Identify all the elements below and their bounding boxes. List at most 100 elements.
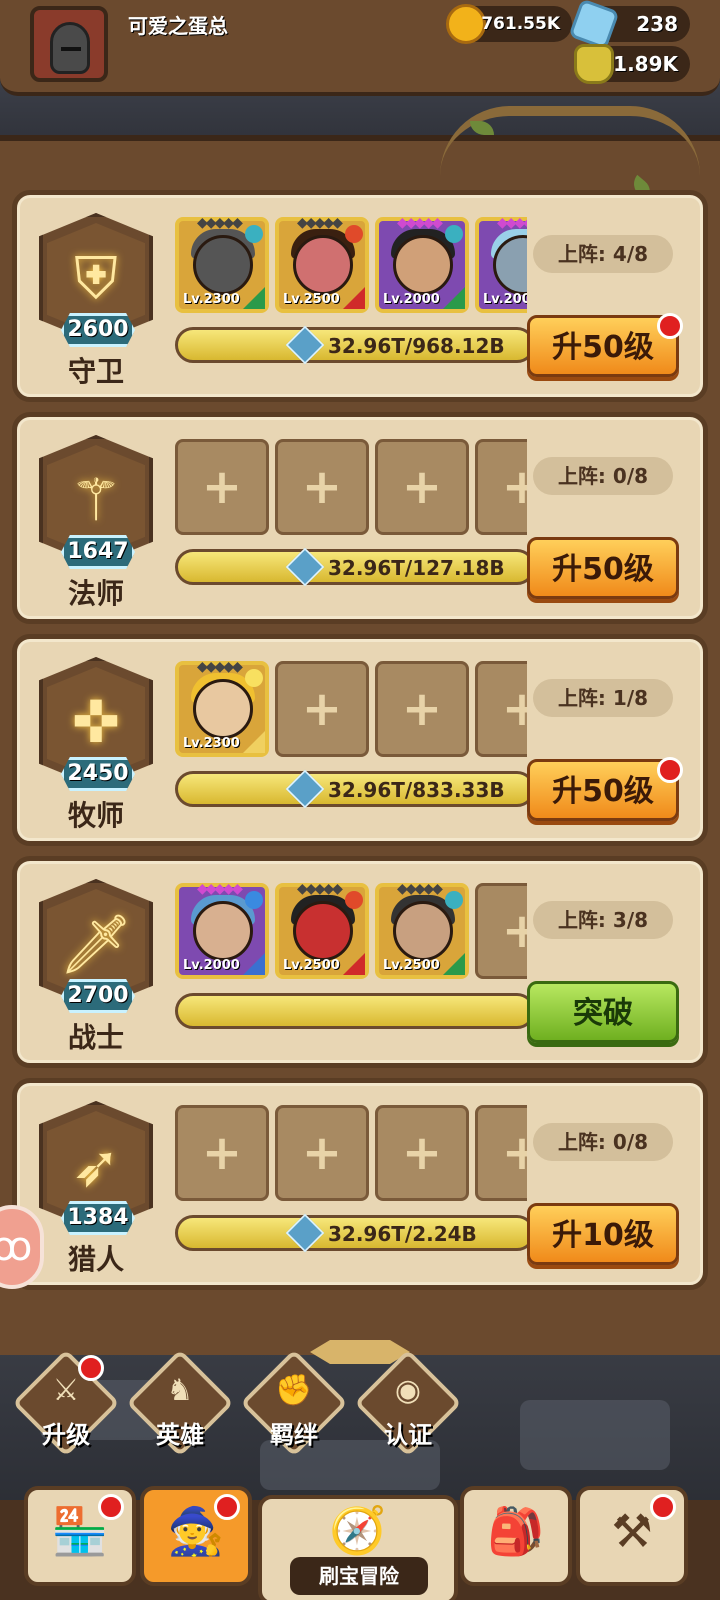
empty-hero-slot[interactable]: + bbox=[375, 661, 469, 757]
nav-bonds[interactable]: ✊ 羁绊 bbox=[240, 1349, 348, 1457]
exp-crystal-icon bbox=[285, 547, 325, 587]
hero-slot[interactable]: ◆◆◆◆◆ Lv.2000 bbox=[375, 217, 469, 313]
vine-branch-decoration bbox=[440, 106, 700, 176]
nav-upgrade[interactable]: ⚔ 升级 bbox=[12, 1349, 120, 1457]
hero-slot[interactable]: ◆◆◆◆◆ Lv.2300 bbox=[175, 217, 269, 313]
upgrade-sword-icon: ⚔ bbox=[52, 1373, 80, 1408]
hero-level: Lv.2000 bbox=[183, 958, 240, 973]
hero-slots: + + + + bbox=[175, 1105, 527, 1201]
magic-staff-icon: ⚚ bbox=[70, 466, 122, 534]
nav-heroes[interactable]: ♞ 英雄 bbox=[126, 1349, 234, 1457]
level-up-button[interactable]: 升10级 bbox=[527, 1203, 679, 1265]
shield-icon: ⛨ bbox=[74, 244, 118, 312]
demon-face-icon bbox=[293, 901, 353, 961]
gold-counter[interactable]: 761.55K bbox=[446, 4, 572, 44]
deploy-count: 上阵: 0/8 bbox=[533, 1123, 673, 1161]
class-name: 守卫 bbox=[67, 355, 124, 388]
water-element-icon bbox=[245, 891, 263, 909]
class-name: 猎人 bbox=[67, 1243, 124, 1276]
tab-shop[interactable]: 🏪 bbox=[24, 1486, 136, 1586]
nav-label: 认证 bbox=[384, 1421, 432, 1449]
tab-forge[interactable]: ⚒ bbox=[576, 1486, 688, 1586]
gem-value: 238 bbox=[636, 12, 678, 36]
sword-icon: 🗡 bbox=[59, 910, 133, 978]
hero-slot[interactable]: ◆◆◆◆◆ Lv.2500 bbox=[275, 217, 369, 313]
bow-arrow-icon: ➶ bbox=[71, 1132, 121, 1200]
empty-hero-slot[interactable]: + bbox=[275, 1105, 369, 1201]
hero-slot[interactable]: ◆◆◆◆◆ Lv.2500 bbox=[275, 883, 369, 979]
hero-icon: ♞ bbox=[166, 1373, 194, 1408]
class-name: 牧师 bbox=[67, 799, 124, 832]
player-avatar[interactable] bbox=[30, 6, 108, 82]
warrior-role-icon bbox=[343, 953, 365, 975]
backpack-icon: 🎒 bbox=[487, 1504, 545, 1558]
empty-hero-slot[interactable]: + bbox=[175, 1105, 269, 1201]
plus-icon: + bbox=[501, 903, 527, 959]
holy-cross-icon: ✜ bbox=[71, 688, 121, 756]
empty-hero-slot[interactable]: + bbox=[475, 883, 527, 979]
tab-center-label: 刷宝冒险 bbox=[290, 1557, 428, 1595]
light-element-icon bbox=[245, 669, 263, 687]
hero-slot[interactable]: ◆◆◆◆◆ Lv.2000 bbox=[475, 217, 527, 313]
tab-treasure-adventure[interactable]: 🧭 刷宝冒险 bbox=[258, 1495, 458, 1600]
nav-label: 升级 bbox=[42, 1421, 90, 1449]
tab-heroes[interactable]: 🧙 bbox=[140, 1486, 252, 1586]
exp-crystal-icon bbox=[285, 769, 325, 809]
notification-dot bbox=[98, 1494, 124, 1520]
deploy-count: 上阵: 0/8 bbox=[533, 457, 673, 495]
gem-counter[interactable]: 238 bbox=[568, 0, 690, 50]
deploy-count: 上阵: 1/8 bbox=[533, 679, 673, 717]
potion-bottle-icon bbox=[574, 44, 614, 84]
notification-dot bbox=[657, 313, 683, 339]
empty-hero-slot[interactable]: + bbox=[275, 439, 369, 535]
wind-element-icon bbox=[245, 225, 263, 243]
empty-hero-slot[interactable]: + bbox=[475, 661, 527, 757]
exp-text: 32.96T/833.33B bbox=[328, 778, 505, 802]
guard-role-icon bbox=[243, 287, 265, 309]
wind-element-icon bbox=[445, 891, 463, 909]
class-power-badge: 1384 bbox=[61, 1201, 135, 1235]
hero-face bbox=[193, 679, 253, 739]
exp-progress-bar: 32.96T/968.12B bbox=[175, 325, 535, 365]
hero-level: Lv.2300 bbox=[183, 292, 240, 307]
hero-slot[interactable]: ◆◆◆◆◆ Lv.2500 bbox=[375, 883, 469, 979]
plus-icon: + bbox=[401, 459, 443, 515]
hero-face bbox=[293, 235, 353, 295]
empty-hero-slot[interactable]: + bbox=[375, 1105, 469, 1201]
plus-icon: + bbox=[401, 1125, 443, 1181]
hero-level: Lv.2000 bbox=[383, 292, 440, 307]
empty-hero-slot[interactable]: + bbox=[175, 439, 269, 535]
class-power-badge: 2600 bbox=[61, 313, 135, 347]
hero-slot[interactable]: ◆◆◆◆◆ Lv.2000 bbox=[175, 883, 269, 979]
tab-inventory[interactable]: 🎒 bbox=[460, 1486, 572, 1586]
class-name: 战士 bbox=[67, 1021, 124, 1054]
nav-certify[interactable]: ◉ 认证 bbox=[354, 1349, 462, 1457]
exp-text: 32.96T/2.24B bbox=[328, 1222, 477, 1246]
plus-icon: + bbox=[301, 459, 343, 515]
hero-slots: ◆◆◆◆◆ Lv.2300 ◆◆◆◆◆ Lv.2500 ◆◆◆◆◆ Lv.200… bbox=[175, 217, 527, 313]
side-float-icon[interactable]: ꝏ bbox=[0, 1205, 44, 1289]
empty-hero-slot[interactable]: + bbox=[475, 1105, 527, 1201]
hero-level: Lv.2300 bbox=[183, 736, 240, 751]
class-power-badge: 2700 bbox=[61, 979, 135, 1013]
player-name: 可爱之蛋总 bbox=[128, 14, 228, 38]
notification-dot bbox=[78, 1355, 104, 1381]
notification-dot bbox=[214, 1494, 240, 1520]
level-up-button[interactable]: 升50级 bbox=[527, 537, 679, 599]
hero-face bbox=[393, 901, 453, 961]
empty-hero-slot[interactable]: + bbox=[375, 439, 469, 535]
exp-progress-bar: 32.96T/127.18B bbox=[175, 547, 535, 587]
exp-progress-bar bbox=[175, 993, 535, 1029]
class-card-priest: ✜ 2450 牧师 ◆◆◆◆◆ Lv.2300 + + + 上阵: 1/8 32… bbox=[12, 634, 708, 846]
breakthrough-button[interactable]: 突破 bbox=[527, 981, 679, 1043]
empty-hero-slot[interactable]: + bbox=[475, 439, 527, 535]
hero-slot[interactable]: ◆◆◆◆◆ Lv.2300 bbox=[175, 661, 269, 757]
wind-element-icon bbox=[445, 225, 463, 243]
class-power-badge: 2450 bbox=[61, 757, 135, 791]
potion-counter[interactable]: 1.89K bbox=[574, 44, 690, 84]
hero-level: Lv.2500 bbox=[283, 958, 340, 973]
nav-label: 英雄 bbox=[156, 1421, 204, 1449]
guard-role-icon bbox=[443, 287, 465, 309]
empty-hero-slot[interactable]: + bbox=[275, 661, 369, 757]
fist-bond-icon: ✊ bbox=[275, 1373, 313, 1408]
